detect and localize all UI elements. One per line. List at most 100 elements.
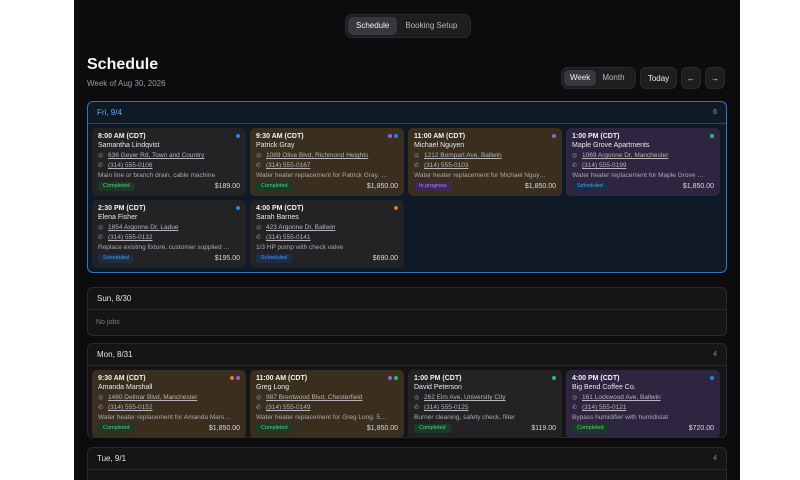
phone-row: ✆ (314) 555-0121: [572, 403, 714, 413]
location-pin-icon: ◎: [98, 395, 104, 401]
tab-booking-setup[interactable]: Booking Setup: [397, 17, 465, 35]
job-card[interactable]: 8:00 AM (CDT) Samantha Lindqvist ◎ 636 G…: [92, 128, 246, 196]
location-pin-icon: ◎: [256, 153, 262, 159]
assignee-dots: [552, 376, 556, 380]
job-card[interactable]: 11:00 AM (CDT) Michael Nguyen ◎ 1212 Bom…: [408, 128, 562, 196]
job-description: Burner cleaning, safety check, filter: [414, 414, 516, 421]
customer-name: David Peterson: [414, 384, 462, 391]
phone-row: ✆ (314) 555-0152: [98, 403, 240, 413]
day-header[interactable]: Tue, 9/1 4: [88, 448, 726, 470]
day-header[interactable]: Mon, 8/31 4: [88, 344, 726, 366]
top-tabs: Schedule Booking Setup: [345, 14, 471, 38]
phone-link[interactable]: (314) 555-0132: [108, 233, 152, 243]
phone-row: ✆ (314) 555-0149: [256, 403, 398, 413]
assignee-dots: [710, 134, 714, 138]
phone-link[interactable]: (314) 555-0121: [582, 403, 626, 413]
address-link[interactable]: 423 Argonne Dr, Ballwin: [266, 223, 335, 233]
day-header[interactable]: Sun, 8/30: [88, 288, 726, 310]
address-link[interactable]: 1069 Argonne Dr, Manchester: [582, 151, 668, 161]
job-card[interactable]: 4:00 PM (CDT) Sarah Barnes ◎ 423 Argonne…: [250, 200, 404, 268]
phone-icon: ✆: [414, 405, 420, 411]
day-job-count: 4: [713, 351, 717, 358]
status-badge: Completed: [256, 424, 293, 433]
location-pin-icon: ◎: [98, 225, 104, 231]
job-card[interactable]: 2:30 PM (CDT) Elena Fisher ◎ 1854 Argonn…: [92, 200, 246, 268]
tab-schedule[interactable]: Schedule: [348, 17, 398, 35]
day-label: Fri, 9/4: [97, 108, 122, 117]
day-job-count: 4: [713, 455, 717, 462]
job-card[interactable]: 9:30 AM (CDT) Amanda Marshall ◎ 1480 Del…: [92, 370, 246, 438]
address-link[interactable]: 1854 Argonne Dr, Ladue: [108, 223, 178, 233]
phone-icon: ✆: [98, 163, 104, 169]
next-week-button[interactable]: →: [705, 67, 725, 89]
status-badge: Scheduled: [572, 182, 608, 191]
prev-week-button[interactable]: ←: [681, 67, 701, 89]
page-title: Schedule: [87, 56, 159, 73]
arrow-right-icon: →: [711, 73, 719, 83]
phone-icon: ✆: [256, 235, 262, 241]
assignee-dot: [394, 376, 398, 380]
view-toggle: Week Month: [561, 67, 636, 89]
customer-name: Patrick Gray: [256, 142, 295, 149]
address-link[interactable]: 1212 Bompart Ave, Ballwin: [424, 151, 502, 161]
address-link[interactable]: 1480 Delmar Blvd, Manchester: [108, 393, 197, 403]
phone-link[interactable]: (314) 555-0141: [266, 233, 310, 243]
assignee-dots: [710, 376, 714, 380]
address-link[interactable]: 636 Geyer Rd, Town and Country: [108, 151, 204, 161]
customer-name: Big Bend Coffee Co.: [572, 384, 636, 391]
phone-icon: ✆: [572, 163, 578, 169]
today-button[interactable]: Today: [640, 67, 677, 89]
address-link[interactable]: 262 Elm Ave, University City: [424, 393, 506, 403]
customer-name: Maple Grove Apartments: [572, 142, 650, 149]
assignee-dots: [230, 376, 240, 380]
phone-row: ✆ (314) 555-0103: [414, 161, 556, 171]
view-month-button[interactable]: Month: [596, 70, 630, 86]
job-price: $1,850.00: [208, 425, 240, 432]
job-price: $119.00: [531, 425, 556, 432]
phone-row: ✆ (314) 555-0199: [572, 161, 714, 171]
location-pin-icon: ◎: [414, 153, 420, 159]
address-row: ◎ 987 Brentwood Blvd, Chesterfield: [256, 393, 398, 403]
phone-link[interactable]: (314) 555-0103: [424, 161, 468, 171]
job-card[interactable]: 11:00 AM (CDT) Greg Long ◎ 987 Brentwood…: [250, 370, 404, 438]
phone-link[interactable]: (314) 555-0125: [424, 403, 468, 413]
job-price: $690.00: [372, 255, 398, 262]
address-link[interactable]: 161 Lockwood Ave, Ballwin: [582, 393, 661, 403]
phone-row: ✆ (314) 555-0167: [256, 161, 398, 171]
customer-name: Michael Nguyen: [414, 142, 465, 149]
customer-name: Sarah Barnes: [256, 214, 299, 221]
phone-link[interactable]: (314) 555-0167: [266, 161, 310, 171]
assignee-dot: [388, 376, 392, 380]
address-link[interactable]: 987 Brentwood Blvd, Chesterfield: [266, 393, 362, 403]
assignee-dots: [388, 376, 398, 380]
phone-link[interactable]: (314) 555-0152: [108, 403, 152, 413]
job-time: 8:00 AM (CDT): [98, 133, 146, 140]
job-description: Water heater replacement for Michael Ngu…: [414, 172, 546, 179]
phone-link[interactable]: (314) 555-0199: [582, 161, 626, 171]
day-section: Tue, 9/1 4: [87, 447, 727, 480]
phone-icon: ✆: [256, 405, 262, 411]
day-label: Mon, 8/31: [97, 350, 133, 359]
day-section: Sun, 8/30 No jobs: [87, 287, 727, 336]
job-card[interactable]: 9:30 AM (CDT) Patrick Gray ◎ 1089 Olive …: [250, 128, 404, 196]
address-link[interactable]: 1089 Olive Blvd, Richmond Heights: [266, 151, 368, 161]
job-price: $1,850.00: [366, 425, 398, 432]
address-row: ◎ 1069 Argonne Dr, Manchester: [572, 151, 714, 161]
empty-state-text: No jobs: [96, 319, 120, 326]
job-card[interactable]: 1:00 PM (CDT) David Peterson ◎ 262 Elm A…: [408, 370, 562, 438]
location-pin-icon: ◎: [572, 395, 578, 401]
phone-icon: ✆: [572, 405, 578, 411]
phone-link[interactable]: (314) 555-0149: [266, 403, 310, 413]
assignee-dot: [394, 134, 398, 138]
day-label: Tue, 9/1: [97, 454, 127, 463]
assignee-dot: [388, 134, 392, 138]
view-week-button[interactable]: Week: [564, 70, 597, 86]
job-card[interactable]: 1:00 PM (CDT) Maple Grove Apartments ◎ 1…: [566, 128, 720, 196]
day-header[interactable]: Fri, 9/4 6: [88, 102, 726, 124]
assignee-dot: [552, 376, 556, 380]
job-card[interactable]: 4:00 PM (CDT) Big Bend Coffee Co. ◎ 161 …: [566, 370, 720, 438]
status-badge: In progress: [414, 182, 452, 191]
phone-link[interactable]: (314) 555-0106: [108, 161, 152, 171]
address-row: ◎ 1089 Olive Blvd, Richmond Heights: [256, 151, 398, 161]
phone-icon: ✆: [414, 163, 420, 169]
